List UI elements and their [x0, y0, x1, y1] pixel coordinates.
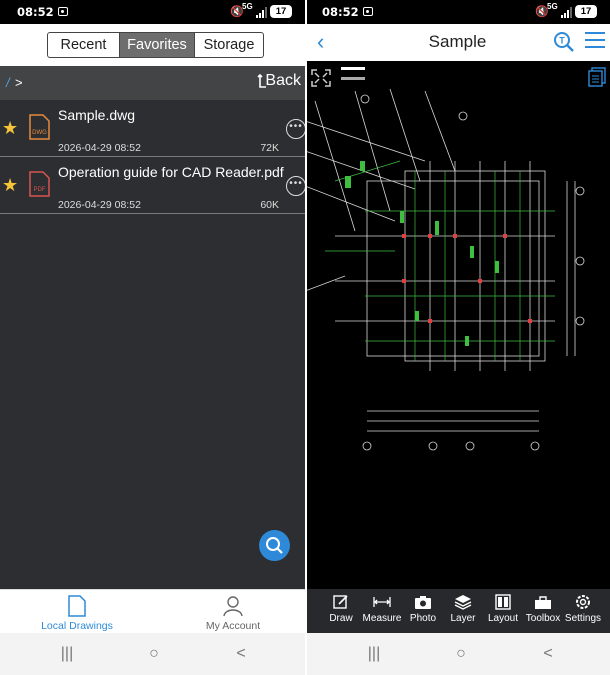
tab-favorites[interactable]: Favorites	[120, 33, 195, 57]
signal-icon	[561, 7, 573, 18]
favorite-star-icon[interactable]: ★	[2, 175, 18, 196]
recent-apps-icon[interactable]: |||	[57, 645, 77, 663]
system-nav-bar: ||| ○ <	[305, 633, 610, 675]
camera-icon	[415, 596, 431, 609]
tool-toolbox-label: Toolbox	[525, 613, 561, 624]
tool-draw[interactable]: Draw	[321, 593, 361, 624]
tool-draw-label: Draw	[329, 613, 353, 624]
svg-text:T: T	[559, 36, 565, 46]
more-options-icon[interactable]: •••	[286, 176, 305, 196]
gear-icon	[576, 595, 590, 609]
drawing-viewer-screen: 08:52 🔇 5G 17 ‹ Sample T Draw Measure Ph…	[305, 0, 610, 675]
system-nav-bar: ||| ○ <	[0, 633, 305, 675]
text-search-icon[interactable]: T	[553, 31, 575, 53]
path-bar: / > Back	[0, 66, 305, 100]
tool-settings-label: Settings	[564, 613, 602, 624]
status-time: 08:52	[17, 5, 54, 19]
viewer-header: ‹ Sample T	[305, 24, 610, 61]
nav-account-label: My Account	[205, 620, 261, 632]
back-nav-icon[interactable]: <	[231, 645, 251, 663]
svg-text:DWG: DWG	[32, 130, 47, 136]
file-list-area: / > Back ★ DWG Sample.dwg 2026-04-29 08:…	[0, 66, 305, 589]
home-icon[interactable]: ○	[144, 645, 164, 663]
battery-level: 17	[270, 5, 292, 18]
viewer-toolbar: Draw Measure Photo Layer Layout Toolbox	[305, 589, 610, 633]
tool-layout-label: Layout	[487, 613, 519, 624]
ruler-icon	[373, 597, 391, 607]
file-name: Operation guide for CAD Reader.pdf	[58, 164, 284, 180]
tool-layout[interactable]: Layout	[483, 593, 523, 624]
more-options-icon[interactable]: •••	[286, 119, 305, 139]
nav-my-account[interactable]: My Account	[173, 594, 293, 632]
cad-drawing	[305, 88, 585, 451]
file-date: 2026-04-29 08:52	[58, 199, 141, 211]
home-icon[interactable]: ○	[451, 645, 471, 663]
file-row-operation-guide-pdf[interactable]: ★ PDF Operation guide for CAD Reader.pdf…	[0, 157, 305, 214]
nav-local-label: Local Drawings	[41, 620, 113, 632]
status-bar: 08:52 🔇 5G 17	[305, 0, 610, 24]
layout-icon	[495, 594, 511, 610]
back-nav-icon[interactable]: <	[538, 645, 558, 663]
segment-tabs: Recent Favorites Storage	[47, 32, 264, 58]
tab-recent[interactable]: Recent	[48, 33, 120, 57]
tool-measure[interactable]: Measure	[362, 593, 402, 624]
battery-level: 17	[575, 5, 597, 18]
favorite-star-icon[interactable]: ★	[2, 118, 18, 139]
signal-icon	[256, 7, 268, 18]
search-fab-button[interactable]	[259, 530, 290, 561]
status-bar: 08:52 🔇 5G 17	[0, 0, 305, 24]
pdf-file-icon: PDF	[29, 171, 50, 197]
tool-settings[interactable]: Settings	[563, 593, 603, 624]
back-button[interactable]: Back	[265, 72, 301, 90]
file-date: 2026-04-29 08:52	[58, 142, 141, 154]
dwg-file-icon: DWG	[29, 114, 50, 140]
tool-toolbox[interactable]: Toolbox	[523, 593, 563, 624]
tab-storage[interactable]: Storage	[195, 33, 263, 57]
layers-icon	[454, 595, 472, 610]
svg-text:PDF: PDF	[34, 187, 46, 193]
search-icon	[266, 537, 283, 554]
file-name: Sample.dwg	[58, 107, 136, 123]
nav-local-drawings[interactable]: Local Drawings	[17, 594, 137, 632]
screen-divider	[305, 0, 307, 675]
status-time: 08:52	[322, 5, 359, 19]
screen-record-icon	[363, 7, 373, 16]
person-icon	[223, 596, 243, 617]
screen-record-icon	[58, 7, 68, 16]
recent-apps-icon[interactable]: |||	[364, 645, 384, 663]
tool-layer-label: Layer	[450, 613, 476, 624]
toolbox-icon	[535, 596, 551, 609]
file-size: 60K	[260, 199, 279, 211]
network-type: 5G	[547, 2, 558, 11]
tool-photo-label: Photo	[409, 613, 437, 624]
tool-measure-label: Measure	[362, 613, 402, 624]
tool-layer[interactable]: Layer	[443, 593, 483, 624]
bottom-nav: Local Drawings My Account	[0, 589, 305, 633]
pencil-icon	[333, 595, 348, 609]
file-manager-screen: 08:52 🔇 5G 17 Recent Favorites Storage /…	[0, 0, 305, 675]
tab-header: Recent Favorites Storage	[0, 24, 305, 66]
file-size: 72K	[260, 142, 279, 154]
path-root[interactable]: /	[6, 75, 10, 90]
path-separator: >	[15, 75, 23, 90]
network-type: 5G	[242, 2, 253, 11]
drawing-canvas[interactable]	[305, 61, 610, 589]
document-icon	[68, 595, 86, 617]
file-row-sample-dwg[interactable]: ★ DWG Sample.dwg 2026-04-29 08:52 72K ••…	[0, 100, 305, 157]
menu-icon[interactable]	[585, 32, 605, 50]
tool-photo[interactable]: Photo	[403, 593, 443, 624]
